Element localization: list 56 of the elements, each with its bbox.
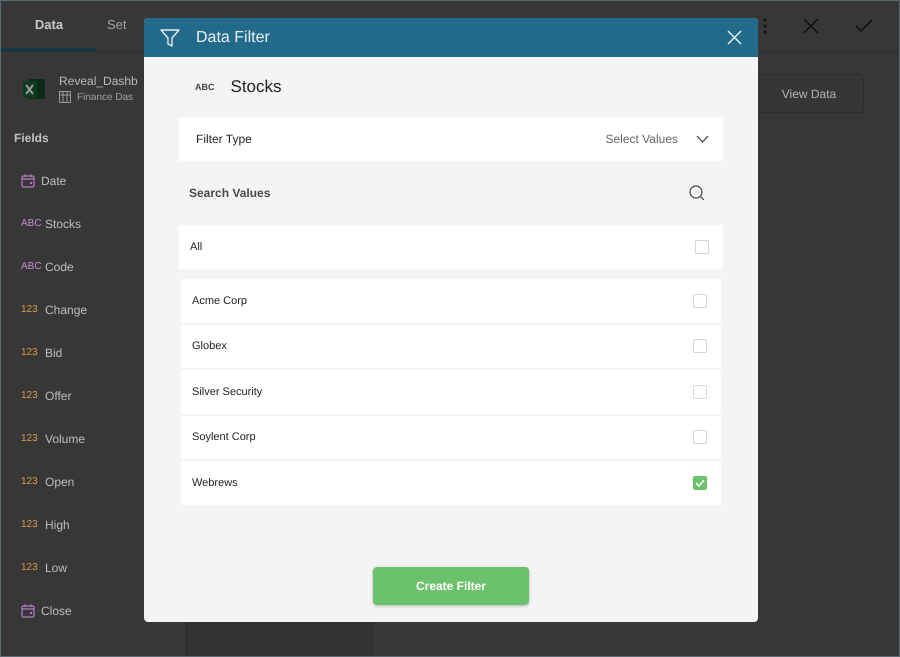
- field-name[interactable]: Offer: [45, 388, 72, 402]
- field-type-label: ABC: [21, 261, 39, 272]
- field-type-label: 123: [21, 304, 39, 315]
- table-icon: [59, 91, 71, 103]
- calendar-icon: [21, 174, 35, 188]
- value-option-row[interactable]: Webrews: [181, 461, 721, 504]
- more-icon[interactable]: [763, 18, 767, 34]
- checkbox[interactable]: [693, 339, 707, 354]
- field-type-label: ABC: [21, 218, 39, 229]
- value-option-row[interactable]: Silver Security: [181, 370, 721, 414]
- field-name[interactable]: Change: [45, 302, 88, 316]
- option-label: All: [190, 241, 202, 253]
- search-field[interactable]: Search Values: [187, 185, 689, 201]
- field-name: Stocks: [230, 77, 282, 97]
- fields-heading: Fields: [13, 130, 50, 147]
- data-source-name: Reveal_Dashb: [59, 74, 138, 88]
- tab[interactable]: Data: [1, 1, 97, 51]
- field-name[interactable]: Volume: [45, 432, 86, 446]
- value-option-row[interactable]: Soylent Corp: [181, 416, 721, 459]
- all-option-row[interactable]: All: [179, 225, 723, 269]
- field-type-label: 123: [21, 519, 39, 530]
- calendar-icon: [21, 604, 35, 618]
- filter-icon: [160, 28, 180, 48]
- field-type-label: ABC: [195, 82, 214, 92]
- option-label: Globex: [192, 340, 227, 352]
- sheet-name: Finance Das: [77, 92, 134, 102]
- checkbox[interactable]: [693, 430, 707, 444]
- option-label: Webrews: [192, 476, 238, 489]
- check-icon[interactable]: [855, 19, 873, 33]
- checkbox[interactable]: [695, 240, 709, 254]
- search-icon[interactable]: [689, 185, 705, 201]
- checkbox[interactable]: [693, 384, 707, 399]
- field-name[interactable]: Bid: [45, 346, 62, 360]
- field-type-label: 123: [21, 347, 39, 358]
- value-option-row[interactable]: Globex: [181, 324, 721, 368]
- field-name[interactable]: Code: [45, 260, 74, 274]
- tab[interactable]: Set: [97, 1, 143, 51]
- field-type-label: 123: [21, 562, 39, 573]
- checkbox[interactable]: [693, 476, 707, 490]
- value-option-row[interactable]: Acme Corp: [181, 279, 721, 322]
- field-type-label: 123: [21, 433, 39, 444]
- field-name[interactable]: Low: [45, 560, 68, 574]
- field-name[interactable]: Stocks: [45, 216, 82, 230]
- field-type-label: 123: [21, 390, 39, 401]
- field-name[interactable]: Date: [41, 174, 66, 188]
- option-label: Soylent Corp: [192, 431, 256, 444]
- filter-type-dropdown[interactable]: Filter Type Select Values: [179, 117, 723, 161]
- field-name[interactable]: Open: [45, 474, 74, 488]
- checkbox[interactable]: [693, 294, 707, 308]
- field-name[interactable]: Close: [41, 604, 72, 618]
- field-name[interactable]: High: [45, 518, 70, 532]
- option-label: Acme Corp: [192, 294, 248, 307]
- field-type-label: 123: [21, 476, 39, 487]
- option-label: Silver Security: [192, 386, 262, 398]
- chevron-down-icon: [696, 135, 709, 143]
- dialog-title: Data Filter: [196, 28, 271, 46]
